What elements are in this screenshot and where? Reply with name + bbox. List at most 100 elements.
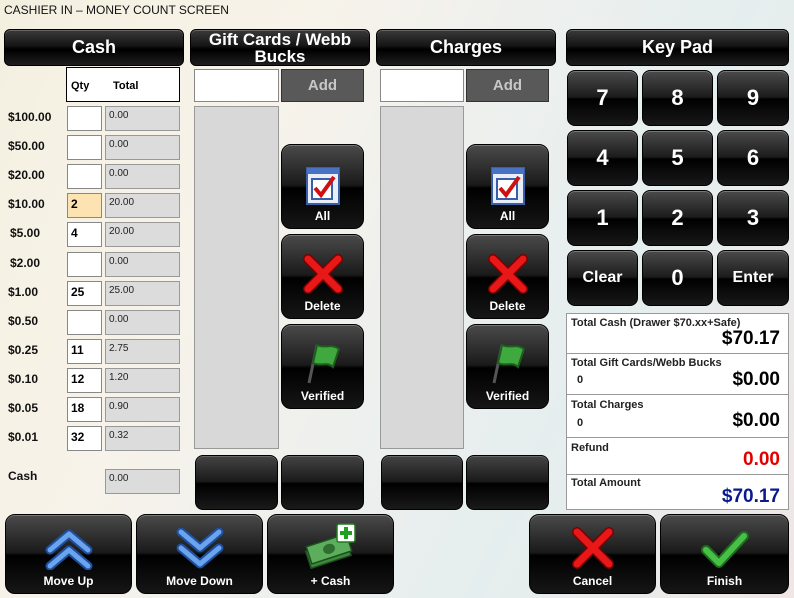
- gift-empty-button-2[interactable]: [281, 455, 364, 510]
- keypad-key-8[interactable]: 8: [642, 70, 713, 126]
- gift-card-input[interactable]: [194, 69, 279, 102]
- keypad-key-0[interactable]: 0: [642, 250, 713, 306]
- qty-input[interactable]: [67, 106, 102, 131]
- green-flag-icon: [492, 343, 525, 384]
- gift-delete-label: Delete: [304, 299, 341, 313]
- move-down-label: Move Down: [166, 574, 233, 588]
- total-charges-row: Total Charges 0 $0.00: [567, 396, 788, 438]
- keypad-key-3[interactable]: 3: [717, 190, 789, 246]
- checklist-icon: [305, 167, 340, 205]
- denomination-label: $1.00: [8, 285, 39, 299]
- denomination-label: $50.00: [8, 139, 45, 153]
- cash-plus-icon: [304, 523, 356, 570]
- denomination-label: $100.00: [8, 110, 52, 124]
- qty-input[interactable]: 12: [67, 368, 102, 393]
- total-gift-label: Total Gift Cards/Webb Bucks: [571, 357, 722, 369]
- cancel-label: Cancel: [572, 574, 613, 588]
- total-gift-value: $0.00: [732, 369, 780, 390]
- charges-list[interactable]: [380, 106, 464, 449]
- denomination-label: $0.01: [8, 430, 39, 444]
- denomination-label: $0.25: [8, 343, 39, 357]
- row-total: 20.00: [105, 222, 180, 247]
- add-cash-button[interactable]: + Cash: [267, 514, 394, 594]
- denomination-label: $10.00: [8, 197, 45, 211]
- red-x-icon: [571, 527, 614, 569]
- gift-verified-label: Verified: [300, 389, 345, 403]
- totals-panel: Total Cash (Drawer $70.xx+Safe) $70.17 T…: [566, 313, 789, 510]
- keypad-key-6[interactable]: 6: [717, 130, 789, 186]
- charges-empty-button-1[interactable]: [381, 455, 463, 510]
- qty-input[interactable]: [67, 310, 102, 335]
- charges-all-label: All: [499, 209, 516, 223]
- row-total: 20.00: [105, 193, 180, 218]
- red-x-icon: [487, 254, 528, 294]
- total-charges-value: $0.00: [732, 410, 780, 431]
- qty-input[interactable]: 18: [67, 397, 102, 422]
- charges-header: Charges: [376, 29, 556, 66]
- gift-empty-button-1[interactable]: [195, 455, 278, 510]
- total-cash-row: Total Cash (Drawer $70.xx+Safe) $70.17: [567, 314, 788, 354]
- qty-input[interactable]: 2: [67, 193, 102, 218]
- qty-input[interactable]: 4: [67, 222, 102, 247]
- charges-empty-button-2[interactable]: [466, 455, 549, 510]
- gift-delete-button[interactable]: Delete: [281, 234, 364, 319]
- double-chevron-down-icon: [176, 528, 223, 569]
- keypad-key-enter[interactable]: Enter: [717, 250, 789, 306]
- qty-input[interactable]: [67, 164, 102, 189]
- row-total: 0.00: [105, 310, 180, 335]
- denomination-label: $0.10: [8, 372, 39, 386]
- charge-input[interactable]: [380, 69, 464, 102]
- qty-input[interactable]: 32: [67, 426, 102, 451]
- qty-column-header: Qty: [71, 80, 90, 92]
- total-cash-label: Total Cash (Drawer $70.xx+Safe): [571, 317, 741, 329]
- row-total: 0.00: [105, 135, 180, 160]
- gift-verified-button[interactable]: Verified: [281, 324, 364, 409]
- charges-verified-button[interactable]: Verified: [466, 324, 549, 409]
- qty-input[interactable]: [67, 252, 102, 277]
- denomination-label: $0.05: [8, 401, 39, 415]
- charges-delete-button[interactable]: Delete: [466, 234, 549, 319]
- cancel-button[interactable]: Cancel: [529, 514, 656, 594]
- row-total: 0.00: [105, 106, 180, 131]
- row-total: 0.32: [105, 426, 180, 451]
- keypad-key-7[interactable]: 7: [567, 70, 638, 126]
- gift-add-button[interactable]: Add: [281, 69, 364, 102]
- checklist-icon: [490, 167, 525, 205]
- refund-label: Refund: [571, 442, 609, 454]
- green-check-icon: [700, 531, 749, 568]
- add-cash-label: + Cash: [310, 574, 351, 588]
- total-amount-label: Total Amount: [571, 477, 641, 489]
- denomination-label: $20.00: [8, 168, 45, 182]
- cash-extra-label: Cash: [8, 469, 38, 483]
- charges-all-button[interactable]: All: [466, 144, 549, 229]
- qty-input[interactable]: 11: [67, 339, 102, 364]
- refund-value: 0.00: [743, 449, 780, 470]
- row-total: 0.00: [105, 252, 180, 277]
- red-x-icon: [302, 254, 343, 294]
- row-total: 25.00: [105, 281, 180, 306]
- refund-row: Refund 0.00: [567, 439, 788, 475]
- keypad-key-4[interactable]: 4: [567, 130, 638, 186]
- total-column-header: Total: [113, 80, 139, 92]
- keypad-key-2[interactable]: 2: [642, 190, 713, 246]
- gift-card-list[interactable]: [194, 106, 279, 449]
- finish-button[interactable]: Finish: [660, 514, 789, 594]
- total-gift-count: 0: [577, 374, 584, 386]
- total-gift-row: Total Gift Cards/Webb Bucks 0 $0.00: [567, 355, 788, 395]
- total-charges-label: Total Charges: [571, 399, 644, 411]
- keypad-key-5[interactable]: 5: [642, 130, 713, 186]
- double-chevron-up-icon: [45, 529, 92, 570]
- cash-header: Cash: [4, 29, 184, 66]
- gift-all-button[interactable]: All: [281, 144, 364, 229]
- move-down-button[interactable]: Move Down: [136, 514, 263, 594]
- charges-add-button[interactable]: Add: [466, 69, 549, 102]
- move-up-button[interactable]: Move Up: [5, 514, 132, 594]
- charges-delete-label: Delete: [489, 299, 526, 313]
- cash-extra-total: 0.00: [105, 469, 180, 494]
- keypad-key-9[interactable]: 9: [717, 70, 789, 126]
- keypad-key-1[interactable]: 1: [567, 190, 638, 246]
- keypad-key-clear[interactable]: Clear: [567, 250, 638, 306]
- gift-all-label: All: [314, 209, 331, 223]
- qty-input[interactable]: 25: [67, 281, 102, 306]
- qty-input[interactable]: [67, 135, 102, 160]
